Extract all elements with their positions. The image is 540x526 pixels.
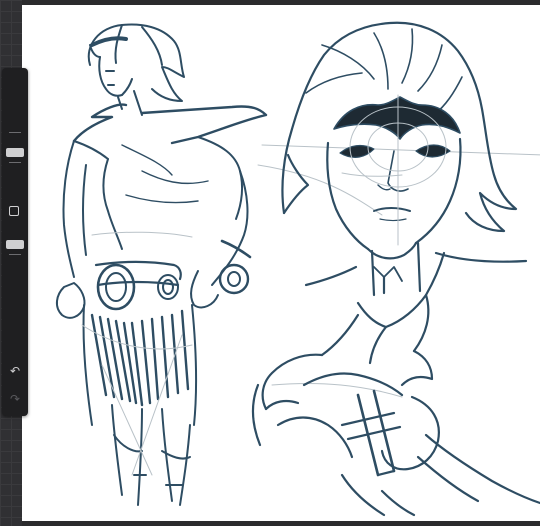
opacity-track[interactable] xyxy=(9,254,21,255)
brush-size-track[interactable] xyxy=(9,132,21,133)
brush-size-track-lower[interactable] xyxy=(9,162,21,163)
undo-icon[interactable]: ↶ xyxy=(2,364,28,378)
redo-icon[interactable]: ↷ xyxy=(2,392,28,406)
drawing-canvas[interactable] xyxy=(22,5,540,521)
full-body-figure xyxy=(56,23,268,506)
head-closeup xyxy=(281,21,528,297)
opacity-slider-handle[interactable] xyxy=(6,240,24,249)
brush-size-slider-handle[interactable] xyxy=(6,148,24,157)
brush-sidebar: ↶ ↷ xyxy=(2,68,28,416)
modify-square-icon[interactable] xyxy=(9,206,19,216)
artwork-sketch xyxy=(56,21,540,517)
